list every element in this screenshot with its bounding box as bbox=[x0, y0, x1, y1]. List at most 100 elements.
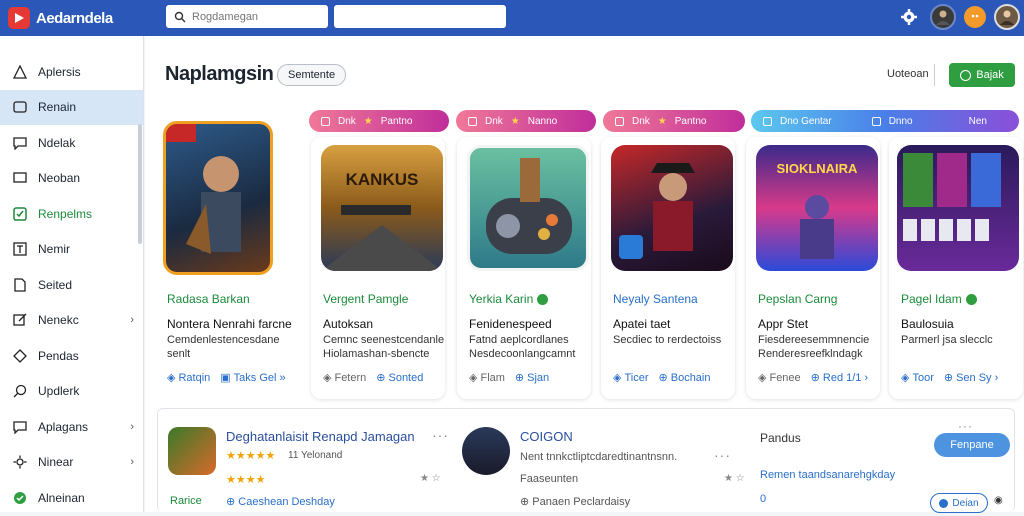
edit-icon bbox=[12, 312, 28, 328]
sidebar-item-neoban[interactable]: Neoban bbox=[0, 161, 143, 197]
rating-action[interactable]: ◈ Ratqin bbox=[167, 371, 210, 385]
tag-pill-3[interactable]: Dnk ★ Pantno bbox=[603, 110, 745, 132]
app-subtitle: Autoksan bbox=[323, 317, 374, 331]
sidebar-item-label: Nemir bbox=[38, 242, 70, 257]
rating-action[interactable]: ◈ Flam bbox=[469, 371, 505, 385]
app-description: Cemnc seenestcendanle Hiolamashan-sbenct… bbox=[323, 334, 445, 360]
list-item-link[interactable]: ⊕ Caeshean Deshday bbox=[226, 495, 335, 508]
sidebar-item-label: Renain bbox=[38, 100, 77, 115]
verified-icon bbox=[537, 293, 549, 305]
install-button[interactable]: Fenpane bbox=[934, 433, 1010, 457]
more-arrow-icon: » bbox=[279, 371, 286, 384]
user-avatar-icon[interactable] bbox=[930, 4, 956, 30]
secondary-search-field[interactable] bbox=[334, 5, 506, 28]
link-action[interactable]: ⊕ Sjan bbox=[515, 371, 550, 385]
link-action[interactable]: ⊕ Bochain bbox=[658, 371, 711, 385]
rating-action[interactable]: ◈ Fetern bbox=[323, 371, 366, 385]
app-card[interactable]: Pagel Idam Baulosuia Parmerl jsa slecclc… bbox=[889, 137, 1023, 399]
globe-icon: ⊕ bbox=[658, 372, 668, 384]
list-item-title[interactable]: Deghatanlaisit Renapd Jamagan bbox=[226, 429, 415, 444]
app-name: Radasa Barkan bbox=[167, 292, 250, 306]
primary-button[interactable]: Bajak bbox=[949, 63, 1015, 87]
sidebar-item-nemir[interactable]: Nemir bbox=[0, 232, 143, 268]
sidebar-scrollbar[interactable] bbox=[138, 124, 142, 244]
sidebar-item-label: Aplagans bbox=[38, 419, 89, 434]
sidebar-item-ninear[interactable]: Ninear › bbox=[0, 445, 143, 481]
right-panel-count: 0 bbox=[760, 493, 767, 505]
sidebar-item-nenekc[interactable]: Nenekc › bbox=[0, 303, 143, 339]
plus-icon bbox=[960, 69, 972, 81]
action-label: Taks Gel bbox=[233, 371, 277, 384]
list-item-link[interactable]: ⊕ Panaen Peclardaisy bbox=[520, 495, 630, 508]
sidebar-item-label: Updlerk bbox=[38, 384, 80, 399]
sidebar-item-aplersis[interactable]: Aplersis bbox=[0, 54, 143, 90]
app-card[interactable]: Neyaly Santena Apatei taet Secdiec to re… bbox=[601, 137, 735, 399]
tag-pill-4[interactable]: Dno Gentar Dnno Nen bbox=[751, 110, 1019, 132]
action-label: Fenee bbox=[769, 371, 801, 384]
rating-action[interactable]: ◈ Fenee bbox=[758, 371, 801, 385]
settings-icon[interactable] bbox=[896, 4, 922, 30]
list-item-title[interactable]: COIGON bbox=[520, 429, 573, 444]
sidebar-item-alneinan[interactable]: Alneinan bbox=[0, 480, 143, 516]
chevron-right-icon: › bbox=[130, 420, 134, 433]
action-label: Sonted bbox=[388, 371, 424, 384]
button-label: Deian bbox=[952, 497, 979, 509]
sidebar-item-label: Nenekc bbox=[38, 313, 79, 328]
shield-icon: ◈ bbox=[167, 372, 176, 384]
filter-chip[interactable]: Semtente bbox=[277, 64, 347, 86]
right-panel-link[interactable]: Remen taandsanarehgkday bbox=[760, 469, 895, 481]
more-options-icon[interactable]: ··· bbox=[432, 427, 449, 443]
sidebar-item-pendas[interactable]: Pendas bbox=[0, 338, 143, 374]
sidebar-item-seited[interactable]: Seited bbox=[0, 267, 143, 303]
more-options-icon[interactable]: ··· bbox=[958, 419, 973, 433]
sidebar-item-label: Alneinan bbox=[38, 490, 85, 505]
rating-stars: ★★★★★ bbox=[226, 450, 276, 462]
sidebar-item-renain[interactable]: Renain bbox=[0, 89, 143, 125]
action-label: Sjan bbox=[527, 371, 550, 384]
profile-avatar-icon[interactable] bbox=[994, 4, 1020, 30]
info-icon bbox=[939, 498, 949, 508]
divider bbox=[934, 64, 935, 86]
search-box[interactable] bbox=[166, 5, 328, 28]
rating-action[interactable]: ◈ Toor bbox=[901, 371, 934, 385]
tag-action[interactable]: ▣ Taks Gel» bbox=[220, 371, 286, 385]
app-card[interactable]: SIOKLNAIRA Pepslan Carng Appr Stet Fiesd… bbox=[746, 137, 880, 399]
app-subtitle: Apatei taet bbox=[613, 317, 671, 331]
main-content: Naplamgsin Semtente Uoteoan Bajak Dnk ★ … bbox=[145, 36, 1024, 513]
shield-icon: ◈ bbox=[469, 372, 478, 384]
thumbnail-text: SIOKLNAIRA bbox=[777, 161, 859, 176]
app-title: Aedarndela bbox=[36, 9, 113, 27]
link-action[interactable]: ⊕ Red 1/1 › bbox=[811, 371, 868, 385]
list-app-icon[interactable] bbox=[462, 427, 510, 475]
link-action[interactable]: ⊕ Sen Sy › bbox=[944, 371, 998, 385]
list-app-icon[interactable] bbox=[168, 427, 216, 475]
app-card[interactable]: Radasa Barkan Nontera Nenrahi farcne Cem… bbox=[155, 121, 292, 399]
sidebar-item-aplagans[interactable]: Aplagans › bbox=[0, 409, 143, 445]
right-panel-title: Pandus bbox=[760, 431, 801, 445]
sidebar-item-renpelms[interactable]: Renpelms bbox=[0, 196, 143, 232]
pill-label: Dnk bbox=[338, 115, 356, 127]
sort-label[interactable]: Uoteoan bbox=[887, 68, 929, 80]
tag-pill-2[interactable]: Dnk ★ Nanno bbox=[456, 110, 596, 132]
secondary-install-button[interactable]: Deian bbox=[930, 493, 988, 513]
list-link-label: Panaen Peclardaisy bbox=[532, 496, 631, 508]
app-card[interactable]: KANKUS Vergent Pamgle Autoksan Cemnc see… bbox=[311, 137, 445, 399]
sidebar-item-label: Ndelak bbox=[38, 135, 76, 150]
document-icon bbox=[12, 277, 28, 293]
search-input[interactable] bbox=[192, 10, 312, 23]
sidebar-item-ndelak[interactable]: Ndelak bbox=[0, 125, 143, 161]
rating-action[interactable]: ◈ Ticer bbox=[613, 371, 649, 385]
app-name-text: Pagel Idam bbox=[901, 292, 962, 306]
star-icon: ★ bbox=[363, 115, 373, 127]
link-action[interactable]: ⊕ Sonted bbox=[376, 371, 424, 385]
tag-pill-1[interactable]: Dnk ★ Pantno bbox=[309, 110, 449, 132]
pill-label: Pantno bbox=[674, 115, 707, 127]
tag-icon: ▣ bbox=[220, 372, 231, 384]
sidebar-item-updlerk[interactable]: Updlerk bbox=[0, 374, 143, 410]
more-options-icon[interactable]: ··· bbox=[714, 447, 731, 463]
notification-icon[interactable] bbox=[964, 6, 986, 28]
app-name: Neyaly Santena bbox=[613, 292, 698, 306]
action-label: Flam bbox=[480, 371, 505, 384]
app-card[interactable]: Yerkia Karin Fenidenespeed Fatnd aeplcor… bbox=[457, 137, 591, 399]
app-logo[interactable]: Aedarndela bbox=[8, 7, 113, 29]
